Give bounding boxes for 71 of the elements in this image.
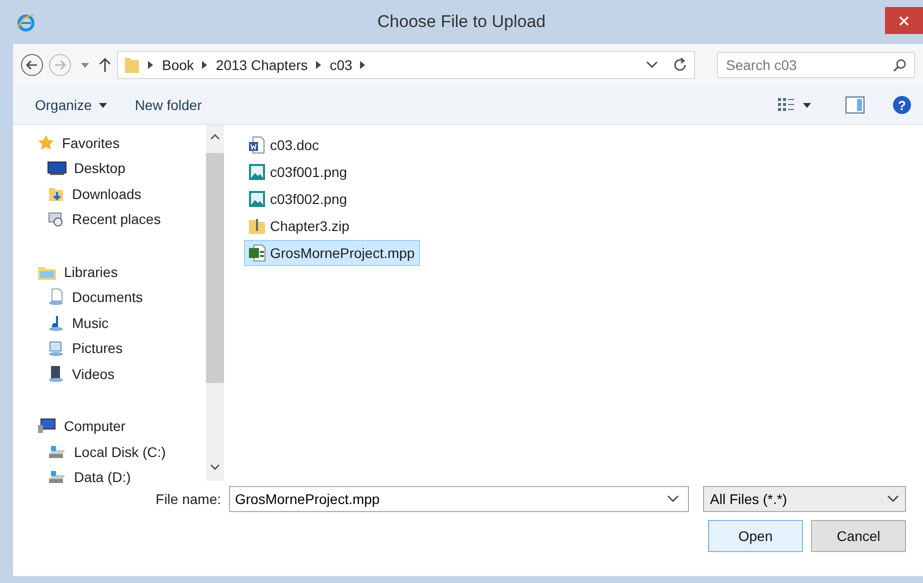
- navigation-item[interactable]: Data (D:): [45, 464, 135, 490]
- navigation-item[interactable]: Computer: [35, 414, 130, 439]
- view-options-icon[interactable]: [777, 97, 795, 113]
- breadcrumb-item[interactable]: c03: [330, 57, 352, 73]
- navigation-item[interactable]: Downloads: [45, 181, 146, 206]
- chevron-down-icon: [667, 495, 679, 503]
- dialog-button[interactable]: Open: [708, 520, 803, 552]
- caret-icon: [98, 102, 107, 108]
- scrollbar[interactable]: [206, 125, 224, 481]
- navigation-item[interactable]: Desktop: [45, 156, 130, 181]
- file-name-label: File name:: [156, 491, 221, 507]
- right-arrow-icon: [54, 60, 66, 70]
- file-type-dropdown[interactable]: All Files (*.*): [703, 486, 906, 512]
- toolbar-button[interactable]: Organize: [25, 93, 117, 117]
- navigation-item[interactable]: Local Disk (C:): [45, 439, 170, 464]
- film-icon: [47, 364, 65, 383]
- left-arrow-icon: [26, 60, 38, 70]
- navigation-item[interactable]: Videos: [45, 361, 119, 386]
- scroll-down-icon[interactable]: [210, 464, 220, 470]
- toolbar-button[interactable]: New folder: [124, 93, 212, 117]
- disk-drive-icon: [47, 469, 67, 486]
- dialog-button[interactable]: Cancel: [811, 520, 906, 552]
- recent-places-icon: [47, 210, 65, 228]
- search-field[interactable]: Search c03: [717, 52, 915, 78]
- computer-icon: [37, 417, 57, 436]
- navigation-item[interactable]: Music: [45, 310, 113, 336]
- document-icon: [47, 288, 65, 306]
- refresh-icon[interactable]: [672, 57, 688, 73]
- word-document-icon: [248, 136, 266, 154]
- file-item[interactable]: c03f002.png: [244, 186, 352, 212]
- breadcrumb-separator-icon: [148, 61, 154, 69]
- file-item[interactable]: GrosMorneProject.mpp: [244, 240, 420, 266]
- browser-logo-icon: [16, 13, 36, 33]
- caret-icon[interactable]: [81, 62, 89, 68]
- music-note-icon: [47, 314, 65, 332]
- navigation-item[interactable]: Libraries: [35, 259, 122, 284]
- breadcrumb-item[interactable]: 2013 Chapters: [216, 57, 308, 73]
- breadcrumb-separator-icon: [360, 61, 366, 69]
- chevron-down-icon: [887, 495, 899, 503]
- star-icon: [37, 134, 55, 152]
- preview-pane-icon[interactable]: [845, 96, 865, 114]
- back-button[interactable]: [21, 54, 43, 76]
- picture-icon: [47, 339, 65, 358]
- project-file-icon: [248, 244, 266, 262]
- image-file-icon: [248, 163, 266, 181]
- close-icon: [899, 16, 909, 26]
- scroll-up-icon[interactable]: [210, 134, 220, 140]
- help-button[interactable]: ?: [893, 96, 911, 114]
- file-name-field[interactable]: GrosMorneProject.mpp: [229, 486, 689, 512]
- file-item[interactable]: c03.doc: [244, 132, 324, 158]
- chevron-down-icon: [646, 61, 658, 69]
- close-button[interactable]: [885, 7, 923, 34]
- window-title: Choose File to Upload: [376, 12, 547, 32]
- navigation-item[interactable]: Documents: [45, 284, 147, 310]
- breadcrumb-separator-icon: [316, 61, 322, 69]
- disk-drive-icon: [47, 444, 67, 460]
- image-file-icon: [248, 190, 266, 208]
- monitor-icon: [47, 160, 67, 176]
- up-arrow-icon[interactable]: [99, 58, 111, 72]
- file-item[interactable]: Chapter3.zip: [244, 213, 354, 239]
- file-item[interactable]: c03f001.png: [244, 159, 352, 185]
- folder-icon: [124, 56, 140, 74]
- navigation-item[interactable]: Recent places: [45, 206, 165, 232]
- breadcrumb-item[interactable]: Book: [162, 57, 194, 73]
- search-icon: [893, 59, 906, 72]
- address-bar[interactable]: Book 2013 Chapters c03: [117, 51, 695, 79]
- breadcrumb-separator-icon: [202, 61, 208, 69]
- navigation-item[interactable]: Favorites: [35, 130, 124, 156]
- zip-folder-icon: [248, 217, 266, 235]
- navigation-item[interactable]: Pictures: [45, 336, 127, 361]
- caret-icon: [803, 102, 811, 108]
